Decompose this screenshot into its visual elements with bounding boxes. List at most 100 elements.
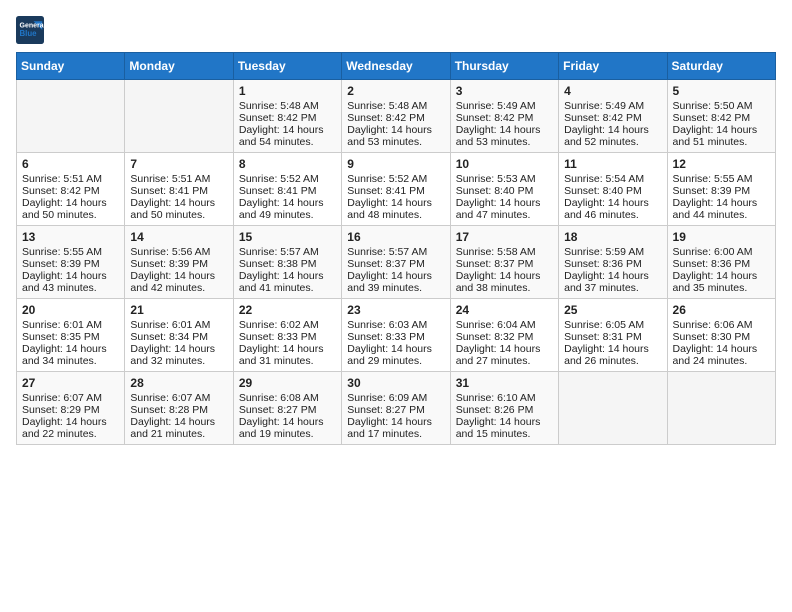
day-info: Sunset: 8:37 PM (347, 258, 444, 270)
day-info: and 44 minutes. (673, 209, 770, 221)
day-info: Sunrise: 5:54 AM (564, 173, 661, 185)
calendar-cell: 6Sunrise: 5:51 AMSunset: 8:42 PMDaylight… (17, 153, 125, 226)
day-number: 26 (673, 303, 770, 317)
calendar-cell (17, 80, 125, 153)
calendar-cell: 23Sunrise: 6:03 AMSunset: 8:33 PMDayligh… (342, 299, 450, 372)
day-number: 27 (22, 376, 119, 390)
calendar-cell: 10Sunrise: 5:53 AMSunset: 8:40 PMDayligh… (450, 153, 558, 226)
logo: General Blue (16, 16, 44, 44)
day-info: Daylight: 14 hours (347, 270, 444, 282)
day-info: Sunset: 8:31 PM (564, 331, 661, 343)
day-info: Daylight: 14 hours (673, 343, 770, 355)
day-info: Sunrise: 5:57 AM (347, 246, 444, 258)
calendar-cell: 13Sunrise: 5:55 AMSunset: 8:39 PMDayligh… (17, 226, 125, 299)
day-info: Sunset: 8:35 PM (22, 331, 119, 343)
day-info: Sunset: 8:36 PM (564, 258, 661, 270)
day-info: and 39 minutes. (347, 282, 444, 294)
day-info: Daylight: 14 hours (456, 343, 553, 355)
day-info: Daylight: 14 hours (239, 416, 336, 428)
calendar-cell: 8Sunrise: 5:52 AMSunset: 8:41 PMDaylight… (233, 153, 341, 226)
day-info: Sunrise: 6:07 AM (130, 392, 227, 404)
calendar-header-row: SundayMondayTuesdayWednesdayThursdayFrid… (17, 53, 776, 80)
day-info: and 46 minutes. (564, 209, 661, 221)
day-number: 13 (22, 230, 119, 244)
day-info: Sunrise: 6:08 AM (239, 392, 336, 404)
calendar-week-row: 6Sunrise: 5:51 AMSunset: 8:42 PMDaylight… (17, 153, 776, 226)
day-info: Sunset: 8:38 PM (239, 258, 336, 270)
day-info: Sunrise: 5:51 AM (22, 173, 119, 185)
day-info: Sunset: 8:40 PM (456, 185, 553, 197)
day-info: Daylight: 14 hours (130, 270, 227, 282)
day-info: Daylight: 14 hours (347, 343, 444, 355)
calendar-cell: 2Sunrise: 5:48 AMSunset: 8:42 PMDaylight… (342, 80, 450, 153)
day-info: Sunset: 8:42 PM (347, 112, 444, 124)
calendar-cell: 4Sunrise: 5:49 AMSunset: 8:42 PMDaylight… (559, 80, 667, 153)
calendar-cell: 21Sunrise: 6:01 AMSunset: 8:34 PMDayligh… (125, 299, 233, 372)
calendar-cell (667, 372, 775, 445)
day-info: and 27 minutes. (456, 355, 553, 367)
day-info: Sunset: 8:39 PM (673, 185, 770, 197)
calendar-week-row: 1Sunrise: 5:48 AMSunset: 8:42 PMDaylight… (17, 80, 776, 153)
day-number: 29 (239, 376, 336, 390)
day-info: Sunset: 8:42 PM (673, 112, 770, 124)
calendar-cell: 14Sunrise: 5:56 AMSunset: 8:39 PMDayligh… (125, 226, 233, 299)
day-info: Daylight: 14 hours (22, 270, 119, 282)
day-info: Sunset: 8:33 PM (239, 331, 336, 343)
day-info: Sunrise: 6:03 AM (347, 319, 444, 331)
day-number: 18 (564, 230, 661, 244)
day-info: Daylight: 14 hours (456, 416, 553, 428)
day-number: 1 (239, 84, 336, 98)
calendar-cell: 24Sunrise: 6:04 AMSunset: 8:32 PMDayligh… (450, 299, 558, 372)
calendar-cell: 31Sunrise: 6:10 AMSunset: 8:26 PMDayligh… (450, 372, 558, 445)
calendar-week-row: 13Sunrise: 5:55 AMSunset: 8:39 PMDayligh… (17, 226, 776, 299)
calendar-cell: 22Sunrise: 6:02 AMSunset: 8:33 PMDayligh… (233, 299, 341, 372)
day-info: and 37 minutes. (564, 282, 661, 294)
day-number: 31 (456, 376, 553, 390)
day-info: Sunrise: 5:52 AM (239, 173, 336, 185)
day-info: and 32 minutes. (130, 355, 227, 367)
page-header: General Blue (16, 16, 776, 44)
day-info: and 54 minutes. (239, 136, 336, 148)
day-info: Daylight: 14 hours (673, 197, 770, 209)
day-info: and 49 minutes. (239, 209, 336, 221)
day-info: Daylight: 14 hours (456, 124, 553, 136)
day-info: Sunrise: 5:49 AM (564, 100, 661, 112)
calendar-table: SundayMondayTuesdayWednesdayThursdayFrid… (16, 52, 776, 445)
day-info: Daylight: 14 hours (239, 124, 336, 136)
logo-icon: General Blue (16, 16, 44, 44)
day-info: and 17 minutes. (347, 428, 444, 440)
day-info: Sunset: 8:32 PM (456, 331, 553, 343)
day-number: 12 (673, 157, 770, 171)
day-info: Sunrise: 6:01 AM (130, 319, 227, 331)
day-info: and 26 minutes. (564, 355, 661, 367)
calendar-cell: 28Sunrise: 6:07 AMSunset: 8:28 PMDayligh… (125, 372, 233, 445)
day-number: 2 (347, 84, 444, 98)
calendar-cell: 20Sunrise: 6:01 AMSunset: 8:35 PMDayligh… (17, 299, 125, 372)
calendar-cell: 26Sunrise: 6:06 AMSunset: 8:30 PMDayligh… (667, 299, 775, 372)
day-number: 16 (347, 230, 444, 244)
day-info: Daylight: 14 hours (564, 197, 661, 209)
day-number: 19 (673, 230, 770, 244)
day-info: Daylight: 14 hours (456, 197, 553, 209)
calendar-cell (125, 80, 233, 153)
day-info: Sunset: 8:34 PM (130, 331, 227, 343)
day-info: and 38 minutes. (456, 282, 553, 294)
day-info: Sunrise: 5:55 AM (22, 246, 119, 258)
calendar-cell: 16 Sunrise: 5:57 AMSunset: 8:37 PMDayligh… (342, 226, 450, 299)
day-info: Sunset: 8:36 PM (673, 258, 770, 270)
calendar-cell: 11Sunrise: 5:54 AMSunset: 8:40 PMDayligh… (559, 153, 667, 226)
day-number: 30 (347, 376, 444, 390)
day-info: Sunset: 8:41 PM (130, 185, 227, 197)
day-info: and 52 minutes. (564, 136, 661, 148)
day-number: 3 (456, 84, 553, 98)
day-info: Sunset: 8:40 PM (564, 185, 661, 197)
day-info: Daylight: 14 hours (673, 124, 770, 136)
day-info: Sunset: 8:39 PM (130, 258, 227, 270)
day-info: Sunrise: 6:00 AM (673, 246, 770, 258)
day-of-week-header: Wednesday (342, 53, 450, 80)
day-info: and 48 minutes. (347, 209, 444, 221)
day-number: 10 (456, 157, 553, 171)
day-info: Sunrise: 6:05 AM (564, 319, 661, 331)
calendar-cell: 1Sunrise: 5:48 AMSunset: 8:42 PMDaylight… (233, 80, 341, 153)
day-info: Sunrise: 5:56 AM (130, 246, 227, 258)
